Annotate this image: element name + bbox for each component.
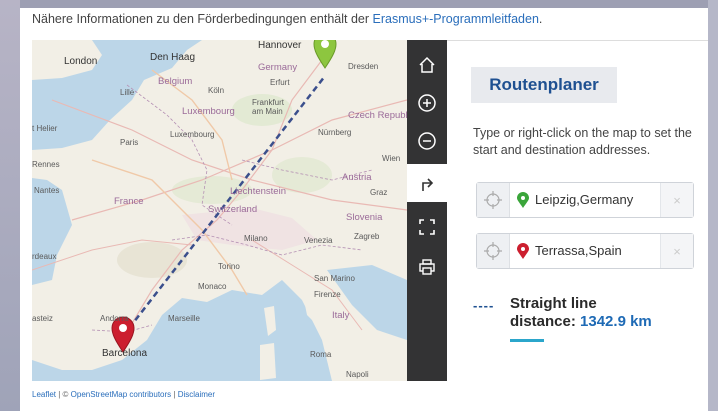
distance-value: 1342.9 km bbox=[580, 313, 652, 330]
map-label-paris: Paris bbox=[120, 138, 139, 147]
map-label-san-marino: San Marino bbox=[314, 274, 355, 283]
distance-label-line1: Straight line bbox=[510, 295, 597, 312]
fullscreen-icon bbox=[419, 219, 435, 235]
map-label-koln: Köln bbox=[208, 86, 225, 95]
map-label-wien: Wien bbox=[382, 154, 401, 163]
map-label-andorra: Andorra bbox=[100, 314, 129, 323]
route-map[interactable]: London Den Haag Hannover Dresden Belgium… bbox=[32, 40, 407, 381]
map-label-nurnberg: Nürnberg bbox=[318, 128, 352, 137]
map-label-luxembourg-city: Luxembourg bbox=[170, 130, 215, 139]
map-label-france: France bbox=[114, 196, 144, 207]
map-label-luxembourg-country: Luxembourg bbox=[182, 106, 235, 117]
route-button[interactable] bbox=[407, 164, 447, 202]
map-label-italy: Italy bbox=[332, 310, 350, 321]
distance-summary: Straight line distance: 1342.9 km bbox=[510, 295, 652, 331]
route-hint-text: Type or right-click on the map to set th… bbox=[473, 126, 692, 157]
zoom-in-icon bbox=[418, 94, 436, 112]
map-label-switzerland: Switzerland bbox=[208, 204, 258, 215]
zoom-out-button[interactable] bbox=[407, 126, 447, 156]
map-label-venezia: Venezia bbox=[304, 236, 333, 245]
disclaimer-link[interactable]: Disclaimer bbox=[178, 390, 215, 399]
map-label-torino: Torino bbox=[218, 262, 240, 271]
map-label-firenze: Firenze bbox=[314, 290, 341, 299]
map-label-hannover: Hannover bbox=[258, 40, 302, 51]
zoom-out-icon bbox=[418, 132, 436, 150]
map-label-slovenia: Slovenia bbox=[346, 212, 383, 223]
map-label-bordeaux: rdeaux bbox=[32, 252, 57, 261]
map-label-liechtenstein: Liechtenstein bbox=[230, 186, 286, 197]
intro-text: Nähere Informationen zu den Förderbeding… bbox=[32, 12, 542, 26]
map-label-belgium: Belgium bbox=[158, 76, 193, 87]
window-frame-right bbox=[708, 0, 718, 411]
map-label-austria: Austria bbox=[342, 172, 372, 183]
map-label-barcelona: Barcelona bbox=[102, 348, 148, 359]
map-label-czech: Czech Republ bbox=[348, 110, 407, 121]
map-label-london: London bbox=[64, 56, 98, 67]
map-label-asteiz: asteiz bbox=[32, 314, 53, 323]
window-frame-left bbox=[0, 0, 20, 411]
red-pin-icon bbox=[517, 243, 529, 259]
route-icon bbox=[422, 178, 434, 191]
map-label-nantes: Nantes bbox=[34, 186, 60, 195]
map-label-germany: Germany bbox=[258, 62, 298, 73]
map-label-roma: Roma bbox=[310, 350, 332, 359]
map-label-marseille: Marseille bbox=[168, 314, 201, 323]
map-label-zagreb: Zagreb bbox=[354, 232, 380, 241]
zoom-in-button[interactable] bbox=[407, 88, 447, 118]
map-label-lille: Lille bbox=[120, 88, 135, 97]
print-icon bbox=[419, 259, 435, 275]
map-label-erfurt: Erfurt bbox=[270, 78, 290, 87]
map-label-frankfurt: Frankfurt am Main bbox=[252, 98, 285, 116]
start-address-field[interactable]: Leipzig,Germany × bbox=[476, 182, 694, 218]
route-legend-line: ---- bbox=[473, 298, 495, 313]
route-planner-title: Routenplaner bbox=[471, 67, 617, 103]
crosshair-icon bbox=[484, 242, 502, 260]
locate-end-button[interactable] bbox=[477, 234, 510, 268]
locate-start-button[interactable] bbox=[477, 183, 510, 217]
attribution-separator-1: | © bbox=[56, 390, 71, 399]
map-attribution: Leaflet | © OpenStreetMap contributors |… bbox=[32, 390, 215, 399]
green-pin-icon bbox=[517, 192, 529, 208]
clear-start-button[interactable]: × bbox=[660, 183, 693, 217]
distance-label-line2: distance: bbox=[510, 313, 581, 330]
map-label-napoli: Napoli bbox=[346, 370, 369, 379]
map-label-milano: Milano bbox=[244, 234, 268, 243]
osm-link[interactable]: OpenStreetMap contributors bbox=[71, 390, 172, 399]
fullscreen-button[interactable] bbox=[407, 212, 447, 242]
start-address-value[interactable]: Leipzig,Germany bbox=[535, 192, 633, 207]
home-icon bbox=[419, 56, 435, 73]
end-address-value[interactable]: Terrassa,Spain bbox=[535, 243, 622, 258]
map-label-den-haag: Den Haag bbox=[150, 52, 196, 63]
end-address-field[interactable]: Terrassa,Spain × bbox=[476, 233, 694, 269]
intro-suffix: . bbox=[538, 12, 543, 26]
map-label-graz: Graz bbox=[370, 188, 388, 197]
map-label-monaco: Monaco bbox=[198, 282, 227, 291]
map-label-st-helier: t Helier bbox=[32, 124, 58, 133]
clear-end-button[interactable]: × bbox=[660, 234, 693, 268]
distance-underline bbox=[510, 339, 544, 342]
programme-guide-link[interactable]: Erasmus+-Programmleitfaden bbox=[373, 12, 539, 26]
intro-prefix: Nähere Informationen zu den Förderbeding… bbox=[32, 12, 373, 26]
map-label-dresden: Dresden bbox=[348, 62, 379, 71]
leaflet-link[interactable]: Leaflet bbox=[32, 390, 56, 399]
window-frame-top bbox=[0, 0, 718, 8]
map-toolbar bbox=[407, 40, 447, 381]
home-button[interactable] bbox=[407, 50, 447, 80]
print-button[interactable] bbox=[407, 252, 447, 282]
crosshair-icon bbox=[484, 191, 502, 209]
map-label-rennes: Rennes bbox=[32, 160, 60, 169]
route-planner-panel: Routenplaner Type or right-click on the … bbox=[447, 40, 708, 382]
page-content: Nähere Informationen zu den Förderbeding… bbox=[20, 8, 708, 411]
